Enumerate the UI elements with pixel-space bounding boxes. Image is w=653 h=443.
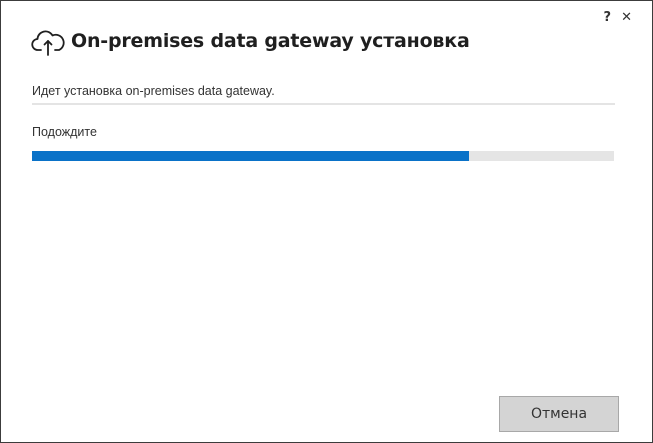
- divider: [32, 103, 615, 105]
- window-controls: ? ✕: [604, 10, 632, 26]
- status-text: Идет установка on-premises data gateway.: [32, 84, 275, 98]
- wait-label: Подождите: [32, 125, 97, 139]
- progress-bar: [32, 151, 614, 161]
- cancel-button[interactable]: Отмена: [499, 396, 619, 432]
- installer-window: ? ✕ On-premises data gateway установка И…: [0, 0, 653, 443]
- close-button[interactable]: ✕: [621, 10, 632, 26]
- help-button[interactable]: ?: [604, 10, 612, 26]
- page-title: On-premises data gateway установка: [71, 30, 470, 52]
- header: On-premises data gateway установка: [31, 25, 470, 57]
- progress-fill: [32, 151, 469, 161]
- cloud-upload-icon: [31, 25, 65, 57]
